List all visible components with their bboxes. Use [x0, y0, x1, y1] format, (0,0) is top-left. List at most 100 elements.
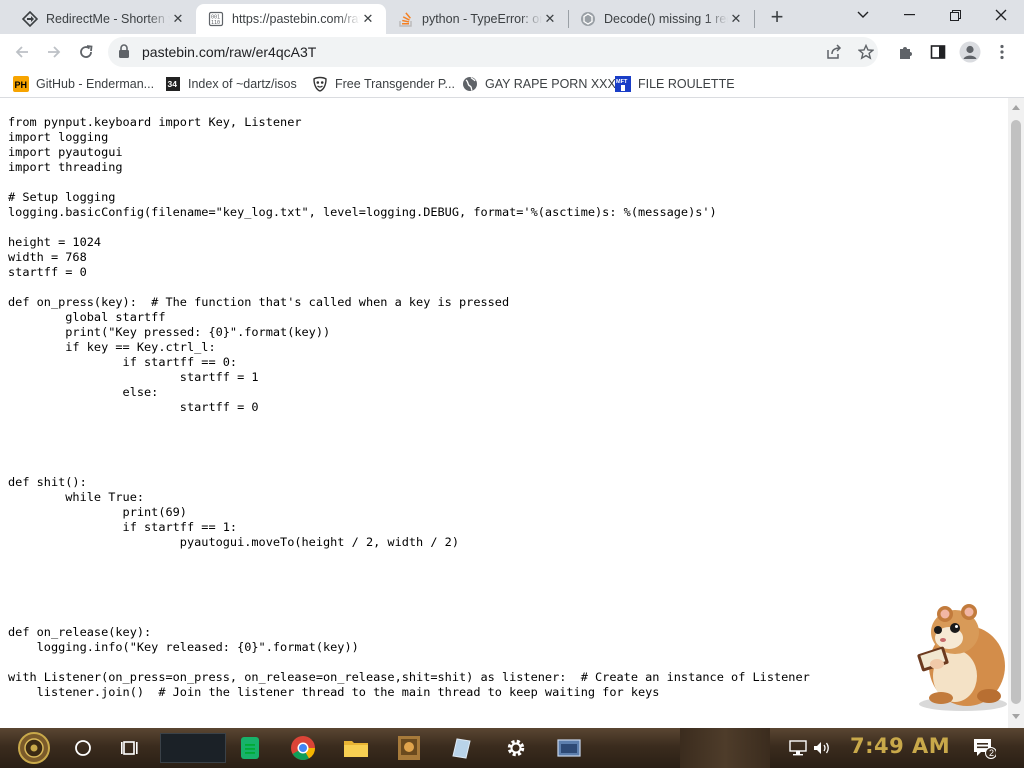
svg-text:MFT: MFT — [616, 79, 628, 85]
start-button[interactable] — [14, 732, 54, 764]
chevron-down-icon — [857, 11, 869, 18]
redirect-icon — [22, 11, 38, 27]
task-view-icon — [121, 741, 138, 755]
tab-stackoverflow[interactable]: python - TypeError: on_press ✕ — [386, 4, 568, 34]
gear-icon — [507, 739, 525, 757]
bookmark-label: GitHub - Enderman... — [36, 77, 155, 91]
tab-title: https://pastebin.com/raw/er4qcA3T — [232, 12, 360, 26]
url-text: pastebin.com/raw/er4qcA3T — [142, 44, 317, 60]
cortana-button[interactable] — [67, 732, 99, 764]
close-icon — [995, 9, 1007, 21]
more-vertical-icon — [1000, 44, 1004, 60]
puzzle-icon — [900, 47, 912, 59]
tab-separator — [568, 10, 569, 28]
star-icon[interactable] — [856, 42, 876, 62]
tab-separator — [754, 10, 755, 28]
notifications-button[interactable]: 2 — [968, 732, 1000, 764]
browser-toolbar: pastebin.com/raw/er4qcA3T — [0, 34, 1024, 70]
tab-strip: RedirectMe - Shorten your link ✕ 001110 … — [0, 0, 1024, 34]
avatar-icon — [959, 41, 981, 63]
reload-icon — [80, 45, 93, 58]
taskbar-app-game[interactable] — [393, 732, 425, 764]
share-icon[interactable] — [824, 42, 844, 62]
svg-text:110: 110 — [211, 20, 220, 26]
taskbar-search-box[interactable] — [160, 733, 226, 763]
minimize-button[interactable] — [886, 0, 932, 30]
bookmarks-bar: PH GitHub - Enderman... 34 Index of ~dar… — [0, 70, 1024, 98]
tab-pastebin[interactable]: 001110 https://pastebin.com/raw/er4qcA3T… — [196, 4, 386, 34]
taskbar-app-sheets[interactable] — [234, 732, 266, 764]
taskbar-clock[interactable]: 7:49 AM — [850, 734, 950, 758]
bookmark-free[interactable]: Free Transgender P... — [312, 75, 455, 93]
back-button[interactable] — [8, 38, 36, 66]
svg-text:34: 34 — [168, 79, 178, 89]
taskbar: 7:49 AM 2 — [0, 728, 1024, 768]
restore-icon — [949, 9, 961, 21]
circle-icon — [75, 740, 91, 756]
close-icon[interactable]: ✕ — [542, 11, 558, 27]
minimize-icon — [903, 14, 915, 16]
arrow-right-icon — [48, 46, 61, 58]
extensions-button[interactable] — [892, 38, 920, 66]
close-icon[interactable]: ✕ — [360, 11, 376, 27]
bookmark-label: FILE ROULETTE — [638, 77, 735, 91]
restore-button[interactable] — [932, 0, 978, 30]
scroll-up-arrow-icon[interactable] — [1012, 105, 1020, 110]
scroll-down-arrow-icon[interactable] — [1012, 714, 1020, 719]
tab-search-button[interactable] — [840, 0, 886, 30]
globe-icon — [462, 76, 478, 92]
menu-button[interactable] — [988, 38, 1016, 66]
chrome-icon — [291, 736, 315, 761]
openai-icon — [580, 11, 596, 27]
vertical-scrollbar[interactable] — [1008, 98, 1024, 728]
tab-decode[interactable]: Decode() missing 1 required ✕ — [568, 4, 754, 34]
task-view-button[interactable] — [114, 732, 146, 764]
file-binary-icon: 001 110 — [208, 11, 224, 27]
bookmark-label: Index of ~dartz/isos — [188, 77, 297, 91]
profile-button[interactable] — [956, 38, 984, 66]
tab-title: Decode() missing 1 required — [604, 12, 728, 26]
volume-icon[interactable] — [806, 732, 838, 764]
raw-code-text: from pynput.keyboard import Key, Listene… — [8, 115, 810, 699]
bookmark-globe[interactable]: GAY RAPE PORN XXX — [462, 75, 616, 93]
close-icon[interactable]: ✕ — [170, 11, 186, 27]
bookmark-github[interactable]: PH GitHub - Enderman... — [13, 75, 154, 93]
mft-icon: MFT — [615, 76, 631, 92]
side-panel-icon — [930, 45, 946, 59]
address-bar[interactable]: pastebin.com/raw/er4qcA3T — [108, 37, 878, 67]
green-document-icon — [241, 737, 259, 759]
bookmark-file-roulette[interactable]: MFT FILE ROULETTE — [615, 75, 735, 93]
steampunk-start-icon — [18, 732, 50, 764]
bookmark-label: GAY RAPE PORN XXX — [485, 77, 616, 91]
hamster-pet-image — [917, 604, 1007, 711]
reload-button[interactable] — [72, 38, 100, 66]
notification-count: 2 — [989, 748, 995, 758]
taskbar-decoration — [680, 728, 770, 768]
lock-icon[interactable] — [118, 44, 130, 64]
scrollbar-thumb[interactable] — [1011, 120, 1021, 704]
close-icon[interactable]: ✕ — [728, 11, 744, 27]
mask-icon — [312, 76, 328, 92]
arrow-left-icon — [15, 46, 28, 58]
tab-title: RedirectMe - Shorten your link — [46, 12, 170, 26]
ph-icon: PH — [13, 76, 29, 92]
taskbar-app-explorer[interactable] — [340, 732, 372, 764]
new-tab-button[interactable]: + — [765, 4, 789, 29]
page-content: from pynput.keyboard import Key, Listene… — [0, 98, 1008, 728]
close-window-button[interactable] — [978, 0, 1024, 30]
tab-title: python - TypeError: on_press — [422, 12, 542, 26]
taskbar-app-notepad[interactable] — [445, 732, 477, 764]
side-panel-button[interactable] — [924, 38, 952, 66]
svg-text:PH: PH — [15, 80, 28, 90]
taskbar-app-chrome[interactable] — [287, 732, 319, 764]
folder-icon — [344, 741, 368, 757]
window-app-icon — [557, 739, 581, 757]
bookmark-isos[interactable]: 34 Index of ~dartz/isos — [165, 75, 297, 93]
file-34-icon: 34 — [165, 76, 181, 92]
taskbar-app-settings[interactable] — [500, 732, 532, 764]
bookmark-label: Free Transgender P... — [335, 77, 455, 91]
taskbar-app-terminal[interactable] — [553, 732, 585, 764]
tab-redirectme[interactable]: RedirectMe - Shorten your link ✕ — [10, 4, 196, 34]
stackoverflow-icon — [398, 11, 414, 27]
forward-button[interactable] — [40, 38, 68, 66]
